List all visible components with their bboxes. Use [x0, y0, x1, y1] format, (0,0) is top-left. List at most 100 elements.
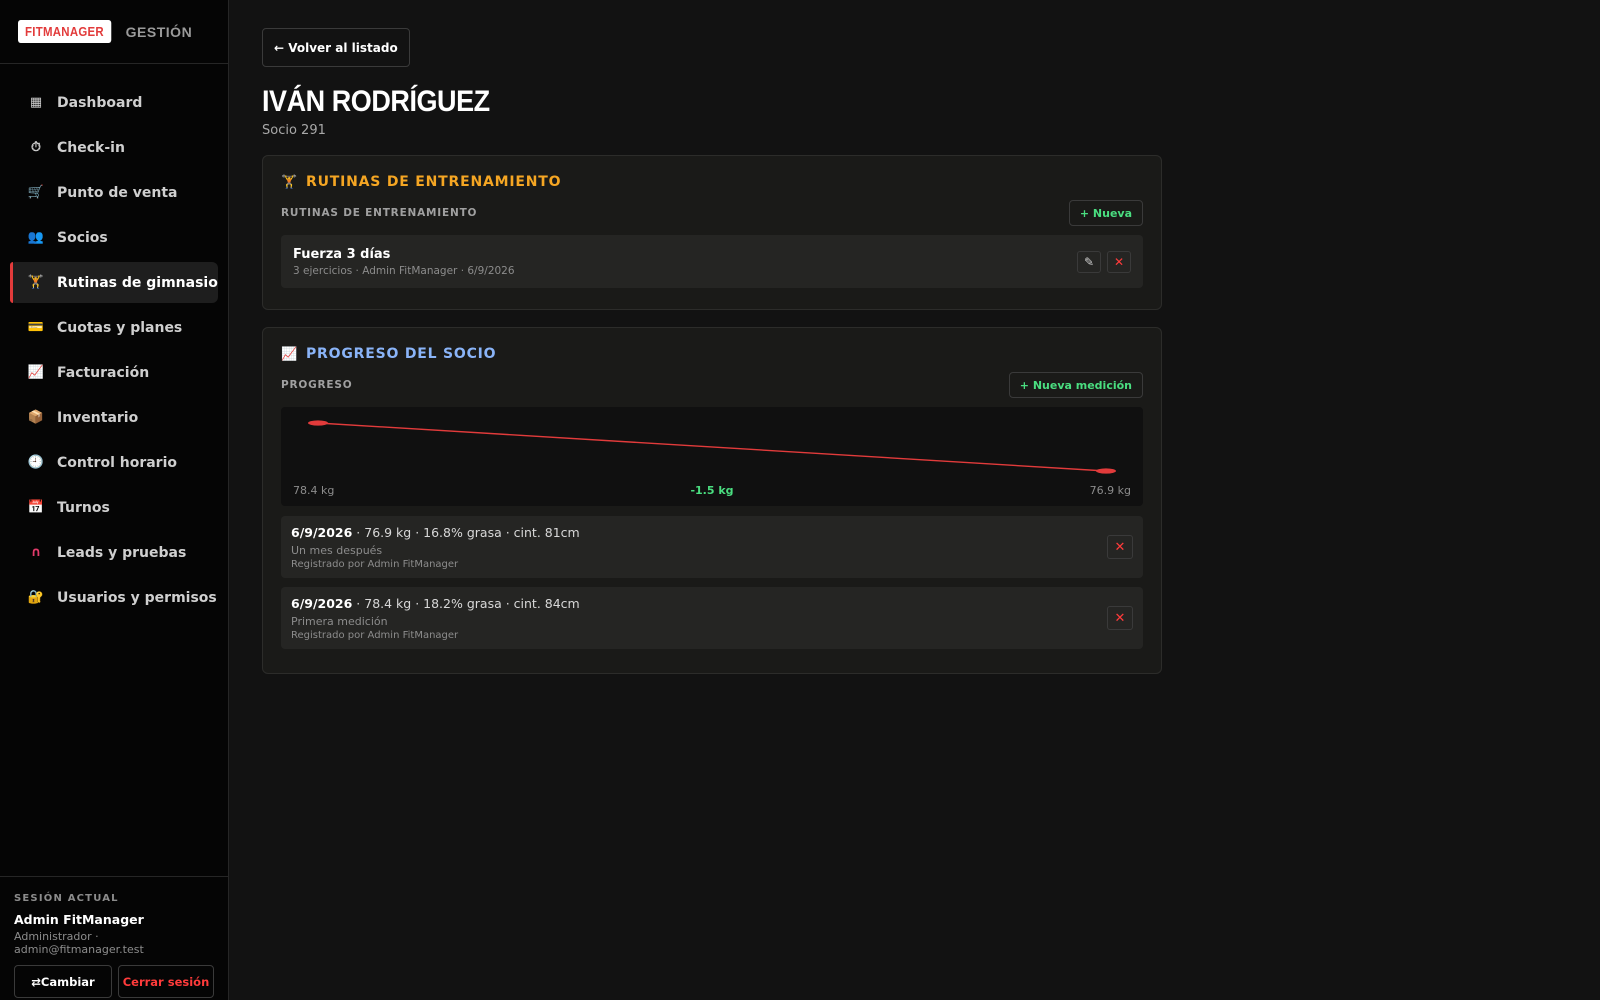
progress-title-text: PROGRESO DEL SOCIO [306, 346, 497, 362]
sidebar-item-label: Punto de venta [57, 184, 178, 201]
brand-section: GESTIÓN [125, 23, 193, 40]
new-measurement-button[interactable]: + Nueva medición [1008, 372, 1143, 398]
cart-icon: 🛒 [27, 185, 45, 200]
delete-routine-button[interactable]: ✕ [1107, 250, 1131, 273]
measurement-author: Registrado por Admin FitManager [291, 558, 459, 570]
weight-point [1096, 468, 1116, 474]
sidebar-item-label: Control horario [57, 454, 178, 471]
sidebar-item-shifts[interactable]: 📅 Turnos [10, 487, 218, 528]
routine-item[interactable]: Fuerza 3 días 3 ejercicios · Admin FitMa… [281, 235, 1143, 288]
sidebar-item-label: Cuotas y planes [57, 319, 183, 336]
sidebar-nav: ▦ Dashboard ⏱ Check-in 🛒 Punto de venta … [0, 64, 228, 618]
weight-chart: 78.4 kg -1.5 kg 76.9 kg [281, 407, 1143, 506]
sidebar-item-label: Usuarios y permisos [57, 589, 217, 606]
sidebar-item-label: Rutinas de gimnasio [57, 274, 218, 291]
sidebar-item-billing[interactable]: 📈 Facturación [10, 352, 218, 393]
routines-title: 🏋 RUTINAS DE ENTRENAMIENTO [281, 174, 1143, 190]
sidebar-item-pos[interactable]: 🛒 Punto de venta [10, 172, 218, 213]
measurement-row[interactable]: 6/9/2026 · 78.4 kg · 18.2% grasa · cint.… [281, 587, 1143, 649]
users-icon: 👥 [27, 230, 45, 245]
sidebar-item-label: Dashboard [57, 94, 143, 111]
chart-last-label: 76.9 kg [1089, 484, 1131, 497]
delete-measurement-button[interactable]: ✕ [1107, 606, 1133, 630]
dashboard-icon: ▦ [29, 95, 43, 110]
current-session: SESIÓN ACTUAL Admin FitManager Administr… [0, 876, 228, 1000]
measurement-info: 6/9/2026 · 78.4 kg · 18.2% grasa · cint.… [291, 596, 580, 641]
measurement-row[interactable]: 6/9/2026 · 76.9 kg · 16.8% grasa · cint.… [281, 516, 1143, 578]
measurement-details: · 76.9 kg · 16.8% grasa · cint. 81cm [352, 524, 580, 540]
routine-actions: ✎ ✕ [1077, 250, 1131, 273]
measurement-summary: 6/9/2026 · 76.9 kg · 16.8% grasa · cint.… [291, 525, 580, 540]
stopwatch-icon: ⏱ [30, 140, 42, 155]
pencil-icon: ✎ [1083, 254, 1095, 269]
weight-point [308, 420, 328, 426]
lock-icon: 🔐 [27, 590, 45, 605]
routines-section-label: RUTINAS DE ENTRENAMIENTO [281, 207, 478, 219]
sidebar-item-routines[interactable]: 🏋 Rutinas de gimnasio [10, 262, 218, 303]
logout-button[interactable]: Cerrar sesión [118, 965, 214, 998]
measurement-author: Registrado por Admin FitManager [291, 629, 459, 641]
measurement-date: 6/9/2026 [291, 595, 353, 611]
box-icon: 📦 [27, 410, 45, 425]
measurement-summary: 6/9/2026 · 78.4 kg · 18.2% grasa · cint.… [291, 596, 580, 611]
card-icon: 💳 [27, 320, 45, 335]
sidebar-item-label: Inventario [57, 409, 139, 426]
member-id: Socio 291 [262, 123, 326, 138]
measurement-note: Primera medición [291, 614, 388, 628]
sidebar-item-plans[interactable]: 💳 Cuotas y planes [10, 307, 218, 348]
sidebar-item-leads[interactable]: ∩ Leads y pruebas [10, 532, 218, 573]
routine-name: Fuerza 3 días [293, 246, 391, 262]
calendar-icon: 📅 [27, 500, 45, 515]
sidebar-item-inventory[interactable]: 📦 Inventario [10, 397, 218, 438]
chart-delta-label: -1.5 kg [690, 484, 734, 497]
close-icon: ✕ [1114, 539, 1126, 555]
sidebar-item-label: Socios [57, 229, 108, 246]
new-routine-button[interactable]: + Nueva [1068, 200, 1143, 226]
sidebar-item-label: Facturación [57, 364, 150, 381]
edit-routine-button[interactable]: ✎ [1077, 250, 1101, 273]
session-user-name: Admin FitManager [14, 912, 144, 927]
close-icon: ✕ [1113, 254, 1125, 269]
delete-measurement-button[interactable]: ✕ [1107, 535, 1133, 559]
routines-title-text: RUTINAS DE ENTRENAMIENTO [306, 174, 562, 190]
close-icon: ✕ [1114, 610, 1126, 626]
session-user-role: Administrador · admin@fitmanager.test [14, 930, 144, 956]
session-actions: ⇄Cambiar Cerrar sesión [14, 965, 214, 998]
clock-icon: 🕘 [27, 455, 45, 470]
back-to-list-button[interactable]: ← Volver al listado [262, 28, 410, 67]
measurement-date: 6/9/2026 [291, 524, 353, 540]
page-title: IVÁN RODRÍGUEZ [262, 85, 490, 118]
sidebar-item-label: Leads y pruebas [57, 544, 187, 561]
sidebar-item-members[interactable]: 👥 Socios [10, 217, 218, 258]
weight-series-line [317, 422, 1107, 472]
chart-icon: 📈 [27, 365, 45, 380]
sidebar-item-checkin[interactable]: ⏱ Check-in [10, 127, 218, 168]
main-content: ← Volver al listado IVÁN RODRÍGUEZ Socio… [262, 28, 1162, 674]
progress-title: 📈 PROGRESO DEL SOCIO [281, 346, 1143, 362]
magnet-icon: ∩ [30, 545, 42, 560]
progress-card: 📈 PROGRESO DEL SOCIO PROGRESO + Nueva me… [262, 327, 1162, 674]
sidebar-item-dashboard[interactable]: ▦ Dashboard [10, 82, 218, 123]
measurement-note: Un mes después [291, 543, 383, 557]
dumbbell-icon: 🏋 [27, 275, 45, 290]
sidebar: FITMANAGER GESTIÓN ▦ Dashboard ⏱ Check-i… [0, 0, 229, 1000]
measurement-details: · 78.4 kg · 18.2% grasa · cint. 84cm [352, 595, 580, 611]
sidebar-item-label: Turnos [57, 499, 110, 516]
measurement-info: 6/9/2026 · 76.9 kg · 16.8% grasa · cint.… [291, 525, 580, 570]
routine-meta: 3 ejercicios · Admin FitManager · 6/9/20… [293, 264, 515, 277]
sidebar-item-timeclock[interactable]: 🕘 Control horario [10, 442, 218, 483]
routine-info: Fuerza 3 días 3 ejercicios · Admin FitMa… [293, 247, 515, 277]
brand-logo[interactable]: FITMANAGER [18, 20, 111, 43]
cards-area: 🏋 RUTINAS DE ENTRENAMIENTO RUTINAS DE EN… [262, 155, 1162, 674]
progress-section-label: PROGRESO [281, 379, 353, 391]
routines-card: 🏋 RUTINAS DE ENTRENAMIENTO RUTINAS DE EN… [262, 155, 1162, 310]
routines-header-row: RUTINAS DE ENTRENAMIENTO + Nueva [281, 200, 1143, 226]
switch-user-button[interactable]: ⇄Cambiar [14, 965, 112, 998]
session-caption: SESIÓN ACTUAL [14, 893, 119, 904]
sidebar-item-users[interactable]: 🔐 Usuarios y permisos [10, 577, 218, 618]
brand: FITMANAGER GESTIÓN [0, 0, 228, 64]
sidebar-item-label: Check-in [57, 139, 125, 156]
progress-header-row: PROGRESO + Nueva medición [281, 372, 1143, 398]
dumbbell-icon: 🏋 [281, 174, 298, 190]
chart-up-icon: 📈 [281, 346, 298, 362]
